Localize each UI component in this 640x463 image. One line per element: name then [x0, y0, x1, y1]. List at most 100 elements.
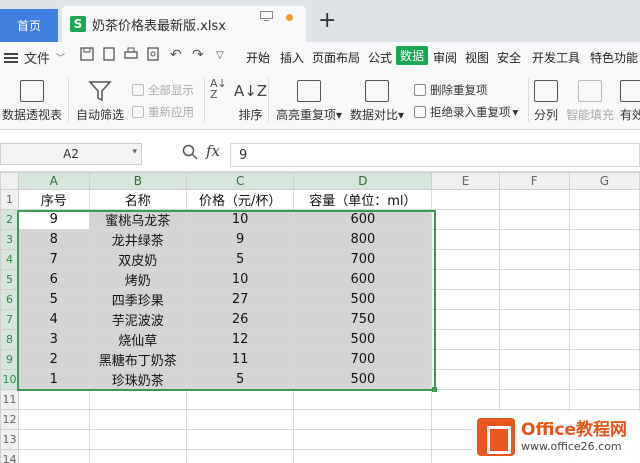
cell[interactable]: [568, 249, 640, 270]
row-header[interactable]: 13: [0, 429, 19, 450]
highlight-duplicates-button[interactable]: 高亮重复项▾: [276, 80, 342, 123]
menu-tab-review[interactable]: 审阅: [433, 49, 457, 66]
cell[interactable]: 600: [293, 269, 433, 290]
new-tab-button[interactable]: +: [318, 10, 336, 32]
select-all-corner[interactable]: [0, 172, 19, 190]
cell[interactable]: 500: [293, 329, 433, 350]
cell[interactable]: [293, 389, 433, 410]
cell[interactable]: 名称: [88, 189, 188, 210]
cell[interactable]: 600: [293, 209, 433, 230]
cell[interactable]: 2: [17, 349, 90, 370]
autofilter-button[interactable]: 自动筛选: [76, 80, 124, 123]
cell[interactable]: [498, 289, 570, 310]
cell[interactable]: 龙井绿茶: [88, 229, 188, 250]
cell[interactable]: [498, 209, 570, 230]
row-header[interactable]: 9: [0, 349, 19, 370]
cell[interactable]: 11: [186, 349, 295, 370]
smart-fill-button[interactable]: 智能填充: [566, 80, 614, 123]
file-menu[interactable]: 文件 ﹀: [4, 48, 65, 67]
delete-duplicates-button[interactable]: 删除重复项: [414, 82, 488, 98]
column-header-c[interactable]: C: [186, 172, 295, 190]
cell[interactable]: [498, 329, 570, 350]
column-header-e[interactable]: E: [431, 172, 500, 190]
cell[interactable]: 700: [293, 349, 433, 370]
name-box[interactable]: A2 ▾: [0, 143, 142, 165]
cell[interactable]: [431, 349, 500, 370]
cell[interactable]: [431, 189, 500, 210]
cell[interactable]: 3: [17, 329, 90, 350]
cell[interactable]: 500: [293, 289, 433, 310]
cell[interactable]: 四季珍果: [88, 289, 188, 310]
cell[interactable]: [498, 249, 570, 270]
row-header[interactable]: 4: [0, 249, 19, 270]
tab-document[interactable]: S 奶茶价格表最新版.xlsx: [62, 6, 306, 42]
row-header[interactable]: 12: [0, 409, 19, 430]
show-all-button[interactable]: 全部显示: [132, 82, 194, 98]
monitor-icon[interactable]: [260, 11, 273, 21]
cell[interactable]: [431, 229, 500, 250]
cell[interactable]: [17, 409, 90, 430]
cell[interactable]: [498, 229, 570, 250]
cell[interactable]: [186, 449, 295, 463]
cell[interactable]: 9: [186, 229, 295, 250]
menu-tab-formula[interactable]: 公式: [368, 49, 392, 66]
zoom-search-icon[interactable]: [182, 144, 198, 164]
cell[interactable]: 6: [17, 269, 90, 290]
cell[interactable]: 27: [186, 289, 295, 310]
column-header-a[interactable]: A: [17, 172, 90, 190]
cell[interactable]: 珍珠奶茶: [88, 369, 188, 390]
cell[interactable]: [186, 389, 295, 410]
row-header[interactable]: 6: [0, 289, 19, 310]
cell[interactable]: [88, 449, 188, 463]
cell[interactable]: 5: [17, 289, 90, 310]
cell[interactable]: 蜜桃乌龙茶: [88, 209, 188, 230]
save-icon[interactable]: [80, 47, 94, 65]
row-header[interactable]: 8: [0, 329, 19, 350]
undo-icon[interactable]: ↶: [170, 47, 182, 63]
cell[interactable]: [186, 429, 295, 450]
row-header[interactable]: 7: [0, 309, 19, 330]
cell[interactable]: [17, 449, 90, 463]
cell[interactable]: 750: [293, 309, 433, 330]
cell[interactable]: 5: [186, 249, 295, 270]
menu-tab-start[interactable]: 开始: [246, 49, 270, 66]
row-header[interactable]: 2: [0, 209, 19, 230]
cell[interactable]: 10: [186, 269, 295, 290]
menu-tab-page-layout[interactable]: 页面布局: [312, 49, 360, 66]
row-header[interactable]: 11: [0, 389, 19, 410]
row-header[interactable]: 10: [0, 369, 19, 390]
cell[interactable]: [431, 209, 500, 230]
menu-tab-features[interactable]: 特色功能: [590, 49, 638, 66]
menu-tab-insert[interactable]: 插入: [280, 49, 304, 66]
cell[interactable]: [568, 209, 640, 230]
redo-icon[interactable]: ↷: [192, 47, 204, 63]
cell[interactable]: 5: [186, 369, 295, 390]
cell[interactable]: [568, 269, 640, 290]
cell[interactable]: 10: [186, 209, 295, 230]
cell[interactable]: 1: [17, 369, 90, 390]
fx-icon[interactable]: fx: [206, 142, 220, 160]
cell[interactable]: 500: [293, 369, 433, 390]
cell[interactable]: [498, 269, 570, 290]
cell[interactable]: [568, 309, 640, 330]
cell[interactable]: [431, 309, 500, 330]
fill-handle[interactable]: [432, 387, 437, 392]
column-header-b[interactable]: B: [88, 172, 188, 190]
cell[interactable]: 容量（单位：ml）: [293, 189, 433, 210]
tab-home[interactable]: 首页: [0, 9, 58, 42]
validation-button[interactable]: 有效: [620, 80, 640, 123]
cell[interactable]: 7: [17, 249, 90, 270]
cell[interactable]: [498, 349, 570, 370]
menu-tab-security[interactable]: 安全: [497, 49, 521, 66]
cell[interactable]: [293, 449, 433, 463]
cell[interactable]: [17, 389, 90, 410]
column-header-g[interactable]: G: [568, 172, 640, 190]
reject-duplicates-button[interactable]: 拒绝录入重复项 ▾: [414, 104, 518, 120]
cell[interactable]: [431, 329, 500, 350]
cell[interactable]: [88, 389, 188, 410]
cell[interactable]: [186, 409, 295, 430]
cell[interactable]: [568, 329, 640, 350]
menu-tab-view[interactable]: 视图: [465, 49, 489, 66]
chevron-down-icon[interactable]: ▾: [132, 147, 137, 157]
active-cell[interactable]: 9: [17, 209, 90, 230]
